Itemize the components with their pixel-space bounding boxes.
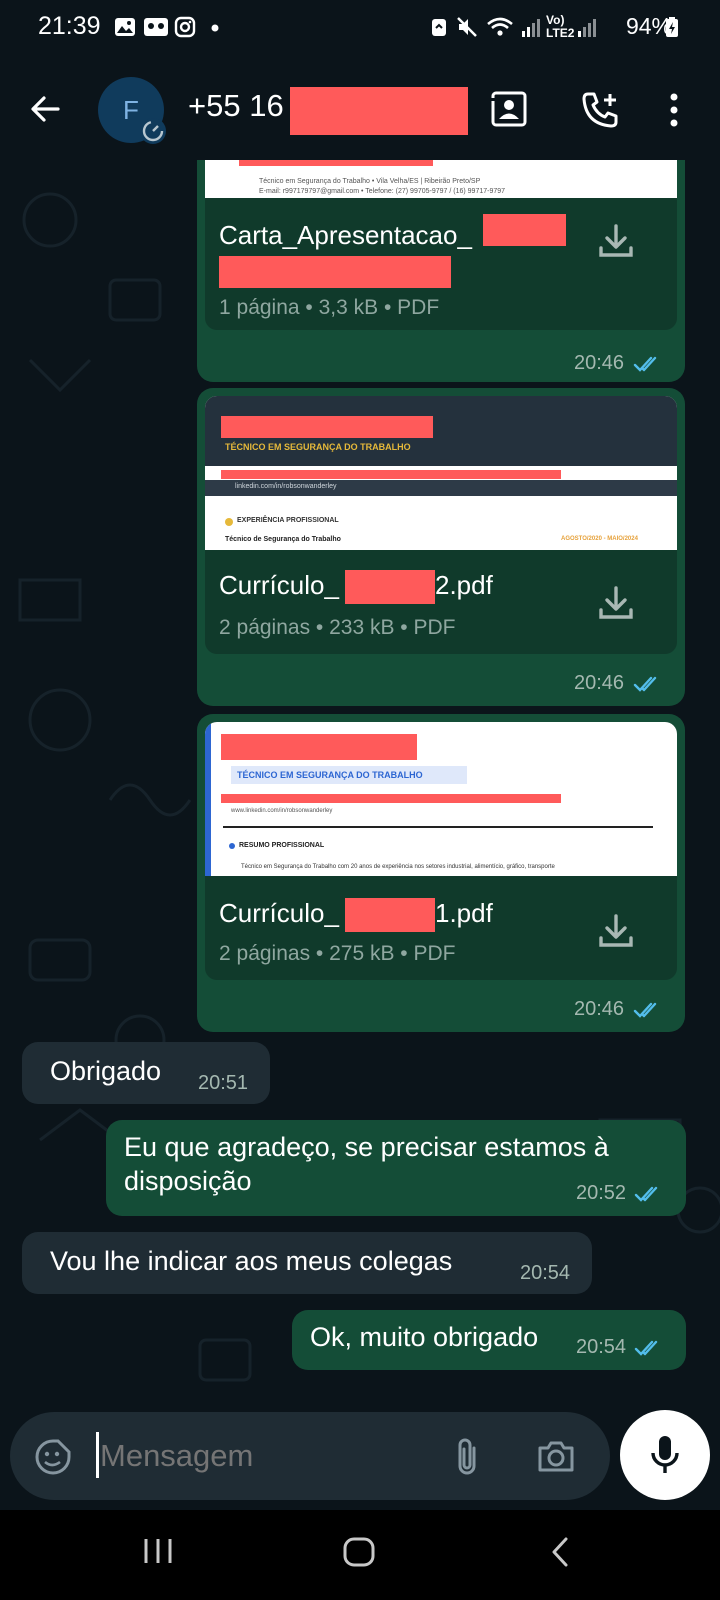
- message-time: 20:52: [576, 1182, 627, 1204]
- message-text: Vou lhe indicar aos meus colegas: [50, 1246, 453, 1276]
- message-text: Obrigado: [50, 1056, 162, 1086]
- thumb-dates: AGOSTO/2020 - MAIO/2024: [561, 536, 638, 542]
- read-receipt-icon: [633, 1002, 657, 1018]
- redacted-filename: [345, 898, 435, 932]
- sticker-icon[interactable]: [34, 1438, 72, 1476]
- incoming-message-bubble[interactable]: Vou lhe indicar aos meus colegas 20:54: [22, 1232, 592, 1294]
- wifi-icon: [487, 17, 513, 36]
- alarm-icon: [432, 19, 446, 36]
- thumb-title: TÉCNICO EM SEGURANÇA DO TRABALHO: [237, 770, 423, 780]
- avatar-letter: F: [123, 95, 139, 125]
- redacted-filename: [483, 214, 566, 246]
- message-composer: [10, 1412, 610, 1500]
- status-bar: 21:39 Vo) LTE2 94%: [0, 0, 720, 60]
- thumb-section: RESUMO PROFISSIONAL: [239, 842, 325, 849]
- outgoing-document-bubble[interactable]: Técnico em Segurança do Trabalho • Vila …: [197, 160, 685, 382]
- chat-area[interactable]: Técnico em Segurança do Trabalho • Vila …: [0, 160, 720, 1400]
- thumb-line: Técnico em Segurança do Trabalho • Vila …: [259, 178, 481, 185]
- outgoing-message-bubble[interactable]: Ok, muito obrigado 20:54: [292, 1310, 686, 1370]
- redacted-phone: [290, 87, 468, 135]
- back-nav-icon[interactable]: [548, 1536, 574, 1568]
- document-filename-suffix: 1.pdf: [435, 898, 493, 928]
- more-options-icon[interactable]: [668, 92, 680, 128]
- message-time: 20:46: [574, 998, 625, 1020]
- outgoing-document-bubble[interactable]: TÉCNICO EM SEGURANÇA DO TRABALHO www.lin…: [197, 714, 685, 1032]
- message-text-line: disposição: [124, 1166, 252, 1196]
- document-filename-prefix: Currículo_: [219, 570, 339, 600]
- lte-indicator: Vo) LTE2: [546, 13, 575, 40]
- attach-icon[interactable]: [452, 1436, 482, 1478]
- battery-icon: [666, 17, 678, 37]
- thumb-section: EXPERIÊNCIA PROFISSIONAL: [237, 517, 339, 524]
- signal-1-icon: [522, 19, 540, 37]
- message-time: 20:46: [574, 352, 625, 374]
- document-card[interactable]: Técnico em Segurança do Trabalho • Vila …: [205, 160, 677, 330]
- document-meta: 2 páginas • 233 kB • PDF: [219, 616, 456, 639]
- document-card[interactable]: TÉCNICO EM SEGURANÇA DO TRABALHO linkedi…: [205, 396, 677, 654]
- recent-apps-icon[interactable]: [142, 1536, 174, 1566]
- redacted-filename: [345, 570, 435, 604]
- thumb-job: Técnico de Segurança do Trabalho: [225, 536, 341, 543]
- document-meta: 2 páginas • 275 kB • PDF: [219, 942, 456, 965]
- camera-icon[interactable]: [536, 1438, 576, 1474]
- outgoing-document-bubble[interactable]: TÉCNICO EM SEGURANÇA DO TRABALHO linkedi…: [197, 388, 685, 706]
- message-time: 20:54: [520, 1262, 571, 1284]
- read-receipt-icon: [633, 676, 657, 692]
- document-card[interactable]: TÉCNICO EM SEGURANÇA DO TRABALHO www.lin…: [205, 722, 677, 980]
- system-navigation-bar: [0, 1510, 720, 1600]
- contact-name[interactable]: +55 16: [188, 88, 284, 124]
- thumb-line: E-mail: r997179797@gmail.com • Telefone:…: [259, 188, 506, 195]
- contact-card-icon[interactable]: [490, 90, 528, 128]
- thumb-link: linkedin.com/in/robsonwanderley: [235, 483, 337, 490]
- voicemail-notification-icon: [144, 18, 168, 36]
- back-arrow-icon[interactable]: [28, 92, 62, 126]
- add-call-icon[interactable]: [580, 90, 620, 130]
- read-receipt-icon: [634, 1186, 658, 1202]
- message-time: 20:51: [198, 1072, 249, 1094]
- download-icon[interactable]: [597, 584, 635, 622]
- voice-record-button[interactable]: [620, 1410, 710, 1500]
- document-filename-prefix: Currículo_: [219, 898, 339, 928]
- document-thumbnail: TÉCNICO EM SEGURANÇA DO TRABALHO linkedi…: [205, 396, 677, 550]
- gallery-notification-icon: [115, 18, 135, 36]
- document-thumbnail: Técnico em Segurança do Trabalho • Vila …: [205, 160, 677, 198]
- instagram-notification-icon: [174, 16, 196, 38]
- document-filename-suffix: 2.pdf: [435, 570, 493, 600]
- status-time: 21:39: [38, 12, 101, 40]
- document-filename: Carta_Apresentacao_: [219, 220, 472, 250]
- redacted-filename: [219, 256, 451, 288]
- message-time: 20:54: [576, 1336, 627, 1358]
- document-thumbnail: TÉCNICO EM SEGURANÇA DO TRABALHO www.lin…: [205, 722, 677, 876]
- message-text: Ok, muito obrigado: [310, 1322, 539, 1352]
- disappearing-timer-icon: [140, 118, 166, 144]
- message-text-line: Eu que agradeço, se precisar estamos à: [124, 1132, 609, 1162]
- mute-icon: [457, 17, 477, 37]
- more-notifications-dot-icon: [211, 24, 219, 32]
- read-receipt-icon: [634, 1340, 658, 1356]
- message-time: 20:46: [574, 672, 625, 694]
- home-icon[interactable]: [342, 1536, 376, 1568]
- thumb-text: Técnico em Segurança do Trabalho com 20 …: [241, 864, 555, 870]
- outgoing-message-bubble[interactable]: Eu que agradeço, se precisar estamos à d…: [106, 1120, 686, 1216]
- thumb-title: TÉCNICO EM SEGURANÇA DO TRABALHO: [225, 442, 411, 452]
- signal-2-icon: [578, 19, 596, 37]
- read-receipt-icon: [633, 356, 657, 372]
- microphone-icon: [651, 1436, 679, 1473]
- download-icon[interactable]: [597, 912, 635, 950]
- thumb-link: www.linkedin.com/in/robsonwanderley: [231, 808, 333, 814]
- message-input[interactable]: [98, 1432, 432, 1480]
- incoming-message-bubble[interactable]: Obrigado 20:51: [22, 1042, 270, 1104]
- download-icon[interactable]: [597, 222, 635, 260]
- document-meta: 1 página • 3,3 kB • PDF: [219, 296, 440, 319]
